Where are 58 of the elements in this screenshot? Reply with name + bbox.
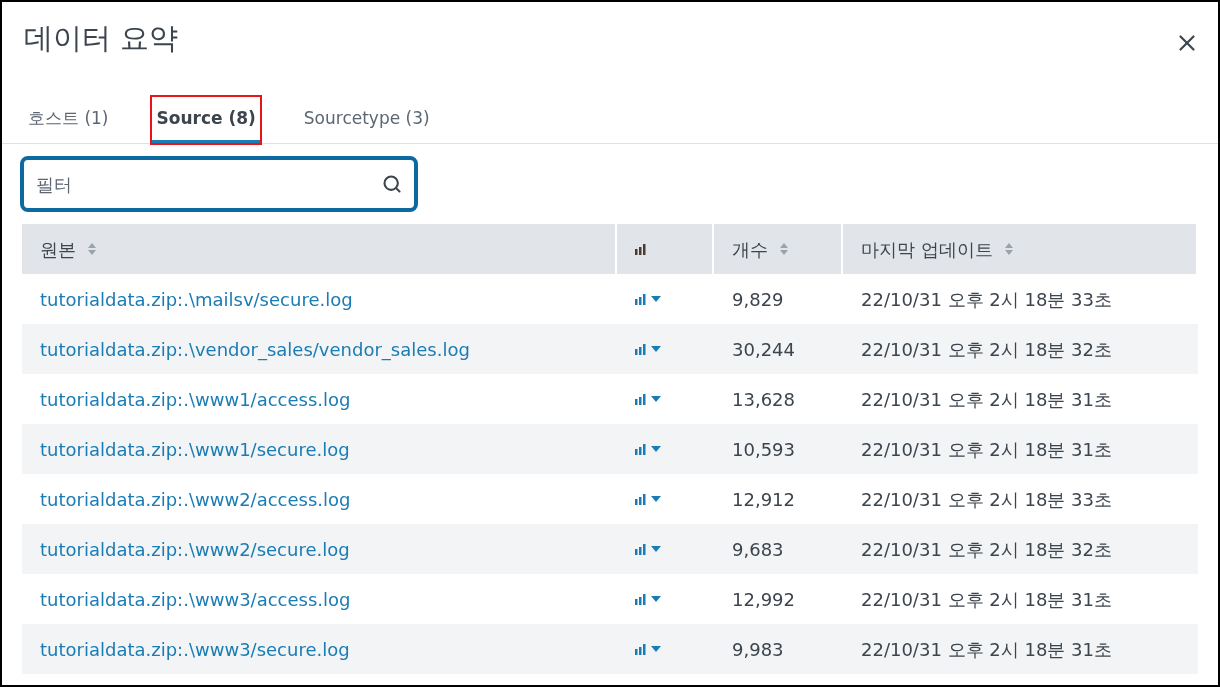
updated-cell-text: 22/10/31 오후 2시 18분 31초 xyxy=(861,637,1112,662)
tab[interactable]: Source (8) xyxy=(152,97,260,143)
count-cell-text: 12,992 xyxy=(732,587,795,612)
filter-field[interactable]: 필터 xyxy=(20,156,418,212)
bar-chart-icon xyxy=(635,293,647,305)
dialog-title: 데이터 요약 xyxy=(24,20,179,57)
updated-cell-text: 22/10/31 오후 2시 18분 33초 xyxy=(861,287,1112,312)
updated-cell-text: 22/10/31 오후 2시 18분 31초 xyxy=(861,587,1112,612)
caret-icon xyxy=(651,646,661,652)
caret-icon xyxy=(651,546,661,552)
caret-icon xyxy=(651,396,661,402)
chart-menu-button[interactable] xyxy=(635,443,661,455)
updated-cell-text: 22/10/31 오후 2시 18분 31초 xyxy=(861,437,1112,462)
chart-menu-button[interactable] xyxy=(635,343,661,355)
bar-chart-icon xyxy=(635,443,647,455)
search-icon xyxy=(382,174,402,194)
count-cell-text: 13,628 xyxy=(732,387,795,412)
source-link[interactable]: tutorialdata.zip:.\www3/access.log xyxy=(40,585,351,613)
source-link[interactable]: tutorialdata.zip:.\www1/access.log xyxy=(40,385,351,413)
chart-menu-button[interactable] xyxy=(635,543,661,555)
chart-menu-button[interactable] xyxy=(635,293,661,305)
bar-chart-icon xyxy=(635,543,647,555)
chart-menu-button[interactable] xyxy=(635,493,661,505)
count-cell-text: 9,683 xyxy=(732,537,784,562)
chart-menu-button[interactable] xyxy=(635,393,661,405)
source-link[interactable]: tutorialdata.zip:.\www2/access.log xyxy=(40,485,351,513)
caret-icon xyxy=(651,296,661,302)
source-link[interactable]: tutorialdata.zip:.\vendor_sales/vendor_sales.log xyxy=(40,335,470,363)
chart-menu-button[interactable] xyxy=(635,643,661,655)
caret-icon xyxy=(651,446,661,452)
bar-chart-icon xyxy=(635,243,647,255)
updated-cell-text: 22/10/31 오후 2시 18분 33초 xyxy=(861,487,1112,512)
caret-icon xyxy=(651,596,661,602)
count-cell-text: 9,983 xyxy=(732,637,784,662)
updated-cell-text: 22/10/31 오후 2시 18분 31초 xyxy=(861,387,1112,412)
source-link[interactable]: tutorialdata.zip:.\mailsv/secure.log xyxy=(40,285,353,313)
bar-chart-icon xyxy=(635,643,647,655)
count-cell-text: 9,829 xyxy=(732,287,784,312)
caret-icon xyxy=(651,346,661,352)
tab[interactable]: 호스트 (1) xyxy=(24,97,113,143)
bar-chart-icon xyxy=(635,493,647,505)
count-cell-text: 12,912 xyxy=(732,487,795,512)
bar-chart-icon xyxy=(635,343,647,355)
count-cell-text: 10,593 xyxy=(732,437,795,462)
caret-icon xyxy=(651,496,661,502)
column-label: 개수 xyxy=(732,237,768,262)
tab[interactable]: Sourcetype (3) xyxy=(299,97,434,143)
source-link[interactable]: tutorialdata.zip:.\www1/secure.log xyxy=(40,435,350,463)
column-label: 원본 xyxy=(40,237,76,262)
column-label: 마지막 업데이트 xyxy=(861,237,993,262)
updated-cell-text: 22/10/31 오후 2시 18분 32초 xyxy=(861,537,1112,562)
bar-chart-icon xyxy=(635,593,647,605)
source-link[interactable]: tutorialdata.zip:.\www2/secure.log xyxy=(40,535,350,563)
source-link[interactable]: tutorialdata.zip:.\www3/secure.log xyxy=(40,635,350,663)
count-cell-text: 30,244 xyxy=(732,337,795,362)
bar-chart-icon xyxy=(635,393,647,405)
updated-cell-text: 22/10/31 오후 2시 18분 32초 xyxy=(861,337,1112,362)
chart-menu-button[interactable] xyxy=(635,593,661,605)
